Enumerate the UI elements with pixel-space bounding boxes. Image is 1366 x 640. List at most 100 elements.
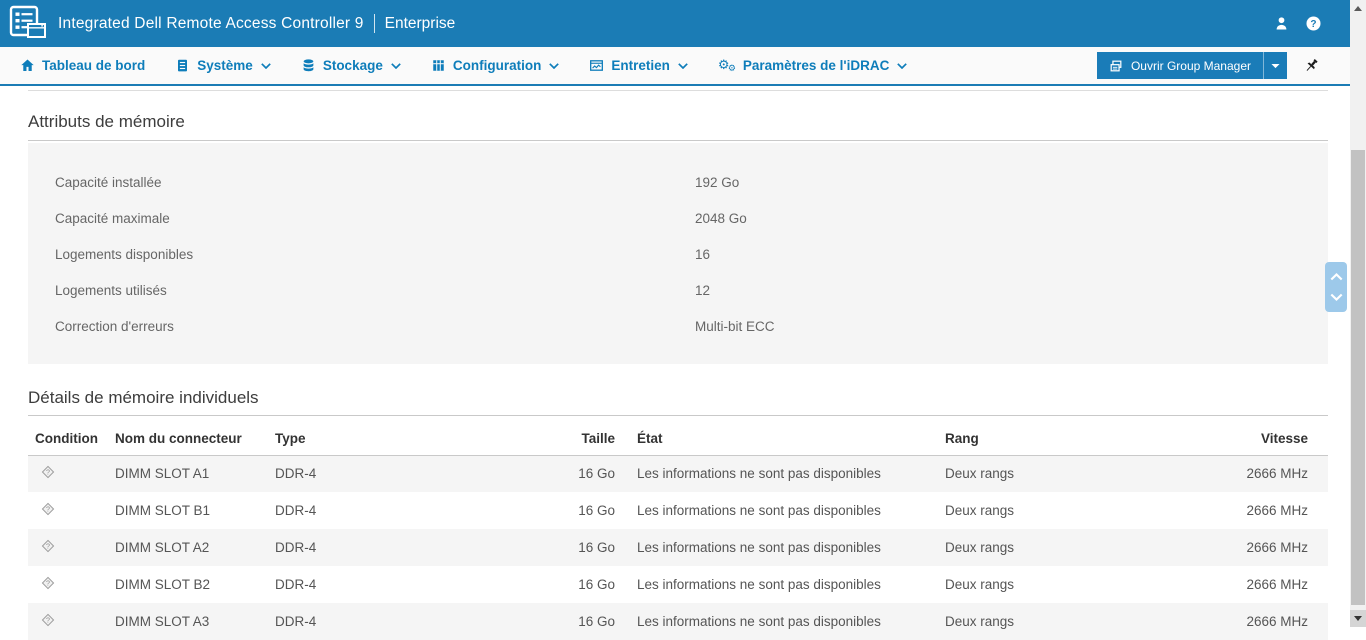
svg-text:?: ? [46,617,50,625]
pushpin-icon[interactable] [1303,57,1320,74]
table-row: ? DIMM SLOT A2 DDR-4 16 Go Les informati… [28,529,1328,566]
cell-connector: DIMM SLOT B2 [115,566,275,603]
unknown-status-icon: ? [40,538,56,554]
scroll-up-button[interactable] [1330,273,1343,281]
nav-item-label: Paramètres de l'iDRAC [743,58,890,73]
cell-rank: Deux rangs [945,603,1245,640]
nav-item-idrac-settings[interactable]: ⚙⚙ Paramètres de l'iDRAC [718,58,908,74]
cell-size: 16 Go [575,566,615,603]
nav-item-maintenance[interactable]: Entretien [589,58,688,73]
cell-type: DDR-4 [275,566,575,603]
svg-text:?: ? [46,469,50,477]
attribute-label: Logements utilisés [55,283,695,298]
attribute-row: Logements disponibles 16 [28,236,1328,272]
help-icon[interactable]: ? [1305,15,1322,32]
attribute-label: Capacité installée [55,175,695,190]
vertical-scrollbar [1350,0,1366,627]
cell-state: Les informations ne sont pas disponibles [615,455,945,492]
attribute-row: Logements utilisés 12 [28,272,1328,308]
col-header-size: Taille [575,422,615,455]
nav-item-system[interactable]: Système [175,58,271,73]
nav-item-label: Système [197,58,253,73]
memory-attributes-panel: Capacité installée 192 Go Capacité maxim… [28,143,1328,364]
app-title: Integrated Dell Remote Access Controller… [58,15,364,33]
chevron-down-icon [549,63,559,69]
attribute-label: Correction d'erreurs [55,319,695,334]
home-icon [20,58,35,73]
chevron-up-icon [1330,273,1343,281]
table-row: ? DIMM SLOT A3 DDR-4 16 Go Les informati… [28,603,1328,640]
attribute-value: 2048 Go [695,211,747,226]
memory-details-title: Détails de mémoire individuels [28,364,1328,416]
cell-connector: DIMM SLOT B1 [115,492,275,529]
chevron-down-icon [897,63,907,69]
page-scroll-widget [1325,262,1347,312]
nav-item-configuration[interactable]: Configuration [431,58,559,73]
svg-text:?: ? [46,506,50,514]
cell-type: DDR-4 [275,529,575,566]
app-header: Integrated Dell Remote Access Controller… [0,0,1350,47]
cell-size: 16 Go [575,455,615,492]
system-icon [175,58,190,73]
attribute-value: 192 Go [695,175,739,190]
nav-item-label: Configuration [453,58,541,73]
group-manager-dropdown-button[interactable] [1263,52,1287,79]
idrac-settings-icon: ⚙⚙ [718,58,736,74]
cell-state: Les informations ne sont pas disponibles [615,566,945,603]
configuration-icon [431,58,446,73]
memory-attributes-title: Attributs de mémoire [28,91,1328,141]
col-header-speed: Vitesse [1245,422,1328,455]
group-manager-icon [1109,59,1123,73]
attribute-value: 12 [695,283,710,298]
user-icon[interactable] [1273,15,1290,32]
scroll-down-button[interactable] [1330,293,1343,301]
col-header-type: Type [275,422,575,455]
svg-text:?: ? [46,580,50,588]
nav-item-dashboard[interactable]: Tableau de bord [20,58,145,73]
main-nav: Tableau de bord Système Stockage [0,47,1350,86]
cell-connector: DIMM SLOT A1 [115,455,275,492]
cell-speed: 2666 MHz [1245,603,1328,640]
scrollbar-down-arrow[interactable] [1350,610,1366,627]
unknown-status-icon: ? [40,612,56,628]
col-header-state: État [615,422,945,455]
cell-type: DDR-4 [275,455,575,492]
table-row: ? DIMM SLOT B1 DDR-4 16 Go Les informati… [28,492,1328,529]
cell-state: Les informations ne sont pas disponibles [615,603,945,640]
cell-type: DDR-4 [275,603,575,640]
idrac-logo-icon [8,4,48,44]
table-header-row: Condition Nom du connecteur Type Taille … [28,422,1328,455]
col-header-condition: Condition [28,422,115,455]
cell-rank: Deux rangs [945,529,1245,566]
cell-speed: 2666 MHz [1245,566,1328,603]
nav-item-label: Entretien [611,58,670,73]
unknown-status-icon: ? [40,575,56,591]
cell-speed: 2666 MHz [1245,492,1328,529]
chevron-down-icon [261,63,271,69]
attribute-row: Capacité installée 192 Go [28,164,1328,200]
svg-text:?: ? [46,543,50,551]
unknown-status-icon: ? [40,464,56,480]
cell-size: 16 Go [575,492,615,529]
storage-icon [301,58,316,73]
app-edition: Enterprise [385,15,456,33]
caret-down-icon [1271,63,1280,69]
cell-type: DDR-4 [275,492,575,529]
unknown-status-icon: ? [40,501,56,517]
cell-rank: Deux rangs [945,566,1245,603]
maintenance-icon [589,58,604,73]
col-header-rank: Rang [945,422,1245,455]
title-divider [374,14,375,33]
scrollbar-thumb[interactable] [1351,150,1365,605]
col-header-connector: Nom du connecteur [115,422,275,455]
nav-right-actions: Ouvrir Group Manager [1097,52,1350,79]
group-manager-button-group: Ouvrir Group Manager [1097,52,1287,79]
nav-item-storage[interactable]: Stockage [301,58,401,73]
scrollbar-up-arrow[interactable] [1350,0,1366,17]
cell-size: 16 Go [575,603,615,640]
attribute-row: Correction d'erreurs Multi-bit ECC [28,308,1328,344]
cell-rank: Deux rangs [945,455,1245,492]
idrac-page: Integrated Dell Remote Access Controller… [0,0,1350,640]
cell-speed: 2666 MHz [1245,529,1328,566]
open-group-manager-button[interactable]: Ouvrir Group Manager [1097,52,1263,79]
